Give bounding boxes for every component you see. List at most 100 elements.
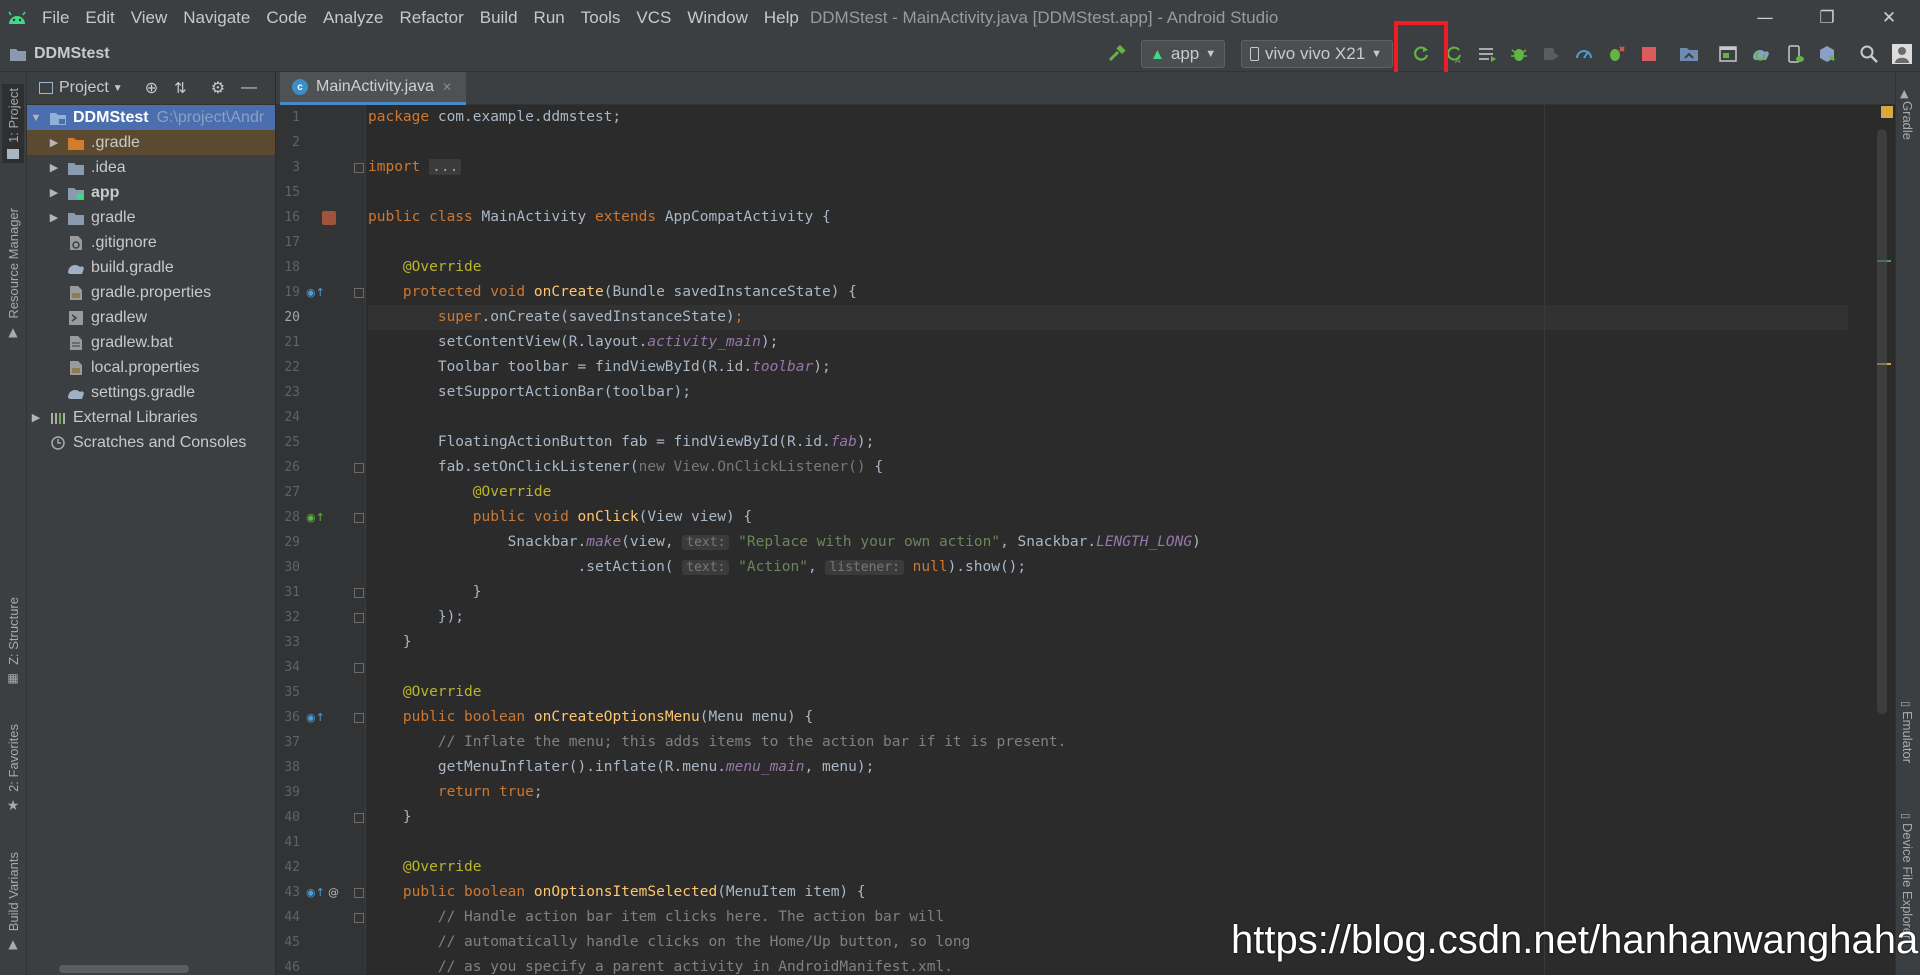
debug-icon[interactable] (1508, 43, 1530, 65)
menu-run[interactable]: Run (526, 0, 573, 35)
menu-tools[interactable]: Tools (573, 0, 629, 35)
menu-analyze[interactable]: Analyze (315, 0, 391, 35)
code-line[interactable]: }); (368, 605, 1848, 630)
code-line[interactable]: @Override (368, 480, 1848, 505)
code-line[interactable]: } (368, 805, 1848, 830)
tool-tab-favorites[interactable]: 2: Favorites ★ (2, 724, 24, 814)
close-icon[interactable]: ✕ (442, 80, 452, 94)
restore-icon[interactable]: ❐ (1796, 0, 1858, 35)
fold-marker-icon[interactable] (354, 888, 364, 898)
code-line[interactable]: @Override (368, 855, 1848, 880)
tool-tab-structure[interactable]: Z: Structure ▦ (2, 597, 24, 685)
menu-build[interactable]: Build (472, 0, 526, 35)
override-gutter-icon[interactable]: ◉↑ (306, 886, 325, 899)
code-line[interactable]: super.onCreate(savedInstanceState); (368, 305, 1848, 330)
at-sign-gutter-icon[interactable]: @ (328, 886, 339, 899)
code-line[interactable]: // Inflate the menu; this adds items to … (368, 730, 1848, 755)
horizontal-scrollbar[interactable] (59, 965, 189, 973)
code-line[interactable]: FloatingActionButton fab = findViewById(… (368, 430, 1848, 455)
tool-tab-emulator[interactable]: ▭ Emulator (1900, 692, 1920, 767)
tree-item-external-libraries[interactable]: ▶ External Libraries (27, 405, 275, 430)
code-line[interactable]: Toolbar toolbar = findViewById(R.id.tool… (368, 355, 1848, 380)
chevron-right-icon[interactable]: ▶ (47, 211, 61, 224)
chevron-right-icon[interactable]: ▶ (47, 161, 61, 174)
locate-icon[interactable]: ⊕ (145, 78, 158, 98)
profiler-icon[interactable] (1573, 43, 1595, 65)
tree-item-local-properties[interactable]: local.properties (27, 355, 275, 380)
code-line[interactable]: setContentView(R.layout.activity_main); (368, 330, 1848, 355)
project-view-select[interactable]: Project (59, 79, 109, 97)
tree-item-gradle-properties[interactable]: gradle.properties (27, 280, 275, 305)
menu-view[interactable]: View (123, 0, 176, 35)
attach-debugger-icon[interactable] (1540, 43, 1562, 65)
tool-tab-build-variants[interactable]: Build Variants ▲ (2, 852, 24, 951)
code-line[interactable] (368, 230, 1848, 255)
gradle-sync-icon[interactable] (1750, 43, 1772, 65)
code-line[interactable] (368, 655, 1848, 680)
tree-item-gitignore[interactable]: .gitignore (27, 230, 275, 255)
code-line[interactable]: public boolean onOptionsItemSelected(Men… (368, 880, 1848, 905)
menu-help[interactable]: Help (756, 0, 807, 35)
tab-mainactivity[interactable]: c MainActivity.java ✕ (280, 72, 467, 105)
code-line[interactable]: import ... (368, 155, 1848, 180)
chevron-down-icon[interactable]: ▼ (29, 112, 43, 124)
tree-item-ddmstest[interactable]: ▼ DDMStest G:\project\Andr (27, 105, 275, 130)
close-icon[interactable]: ✕ (1858, 0, 1920, 35)
fold-marker-icon[interactable] (354, 463, 364, 473)
sdk-manager-icon[interactable] (1816, 43, 1838, 65)
sync-project-icon[interactable] (1678, 43, 1700, 65)
fold-marker-icon[interactable] (354, 163, 364, 173)
code-line[interactable]: setSupportActionBar(toolbar); (368, 380, 1848, 405)
hide-panel-icon[interactable]: — (241, 79, 257, 97)
chevron-right-icon[interactable]: ▶ (29, 411, 43, 424)
vertical-scrollbar[interactable] (1877, 129, 1887, 714)
tree-item-gradle[interactable]: ▶ gradle (27, 205, 275, 230)
breadcrumb[interactable]: DDMStest (10, 35, 110, 72)
fold-marker-icon[interactable] (354, 613, 364, 623)
menu-refactor[interactable]: Refactor (391, 0, 471, 35)
breadcrumb-project[interactable]: DDMStest (34, 45, 110, 63)
chevron-right-icon[interactable]: ▶ (47, 186, 61, 199)
fold-marker-icon[interactable] (354, 288, 364, 298)
class-gutter-icon[interactable] (322, 211, 336, 228)
device-select[interactable]: vivo vivo X21 ▼ (1241, 40, 1393, 68)
fold-marker-icon[interactable] (354, 713, 364, 723)
code-line[interactable]: return true; (368, 780, 1848, 805)
tool-tab-project[interactable]: 1: Project (2, 84, 24, 163)
minimize-icon[interactable]: — (1734, 0, 1796, 35)
code-line[interactable] (368, 180, 1848, 205)
tree-item-app[interactable]: ▶ app (27, 180, 275, 205)
chevron-right-icon[interactable]: ▶ (47, 136, 61, 149)
tool-tab-gradle[interactable]: ▲ Gradle (1900, 82, 1920, 144)
fold-marker-icon[interactable] (354, 588, 364, 598)
tool-tab-resource-manager[interactable]: Resource Manager ▲ (2, 208, 24, 339)
code-line[interactable]: public boolean onCreateOptionsMenu(Menu … (368, 705, 1848, 730)
tree-item-settings-gradle[interactable]: settings.gradle (27, 380, 275, 405)
fold-marker-icon[interactable] (354, 813, 364, 823)
code-line[interactable]: protected void onCreate(Bundle savedInst… (368, 280, 1848, 305)
tree-item-gradlew[interactable]: gradlew (27, 305, 275, 330)
code-line[interactable]: public class MainActivity extends AppCom… (368, 205, 1848, 230)
code-line[interactable]: Snackbar.make(view, text: "Replace with … (368, 530, 1848, 555)
code-line[interactable]: } (368, 580, 1848, 605)
attach-process-icon[interactable] (1605, 43, 1627, 65)
tree-item-idea[interactable]: ▶ .idea (27, 155, 275, 180)
stop-icon[interactable] (1638, 43, 1660, 65)
code-line[interactable]: @Override (368, 680, 1848, 705)
fold-marker-icon[interactable] (354, 913, 364, 923)
code-line[interactable]: @Override (368, 255, 1848, 280)
tree-item-gradlew-bat[interactable]: gradlew.bat (27, 330, 275, 355)
fold-marker-icon[interactable] (354, 513, 364, 523)
tree-item-scratches[interactable]: Scratches and Consoles (27, 430, 275, 455)
search-icon[interactable] (1858, 43, 1880, 65)
run-with-coverage-icon[interactable] (1476, 43, 1498, 65)
avd-manager-icon[interactable] (1784, 43, 1806, 65)
menu-vcs[interactable]: VCS (628, 0, 679, 35)
code-line[interactable] (368, 830, 1848, 855)
tree-item-build-gradle[interactable]: build.gradle (27, 255, 275, 280)
menu-edit[interactable]: Edit (77, 0, 122, 35)
layout-inspector-icon[interactable] (1717, 43, 1739, 65)
code-line[interactable] (368, 405, 1848, 430)
code-line[interactable] (368, 130, 1848, 155)
account-avatar-icon[interactable] (1891, 43, 1913, 65)
